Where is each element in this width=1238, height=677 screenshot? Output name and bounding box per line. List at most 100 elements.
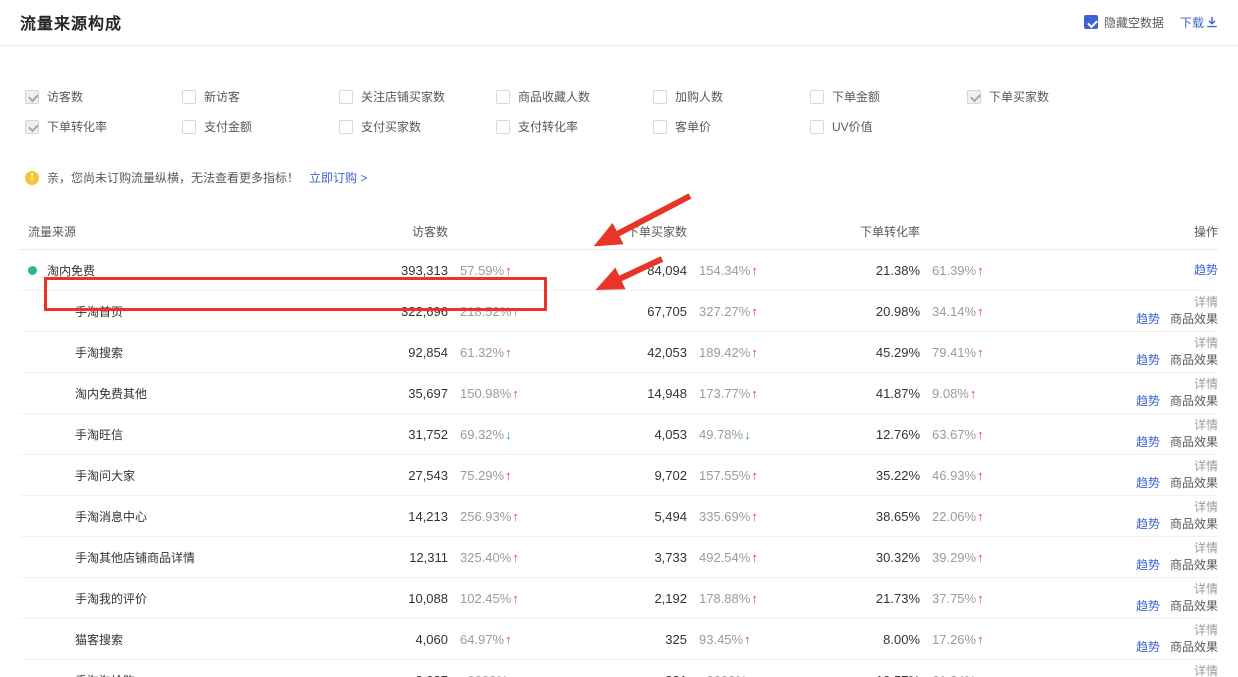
visitors-trend-arrow-icon: ↑ xyxy=(512,509,519,524)
order-buyers-value: 4,053 xyxy=(568,427,687,442)
order-buyers-change-percent: 173.77% xyxy=(699,386,750,401)
order-buyers-change: 157.55%↑ xyxy=(687,468,810,483)
metric-checkbox-item[interactable]: 加购人数 xyxy=(653,88,810,105)
source-name-cell: 手淘淘抢购 xyxy=(20,672,350,677)
subscribe-now-link[interactable]: 立即订购 > xyxy=(309,169,367,186)
checkbox-icon[interactable] xyxy=(182,90,196,104)
checkbox-icon[interactable] xyxy=(810,90,824,104)
trend-link[interactable]: 趋势 xyxy=(1136,640,1160,654)
product-effect-link[interactable]: 商品效果 xyxy=(1170,517,1218,531)
metric-checkbox-item[interactable]: 关注店铺买家数 xyxy=(339,88,496,105)
checkbox-icon[interactable] xyxy=(25,120,39,134)
metric-checkbox-item[interactable]: 支付买家数 xyxy=(339,118,496,135)
checkbox-icon[interactable] xyxy=(339,120,353,134)
conversion-change-percent: 61.24% xyxy=(932,673,976,677)
metric-checkbox-item[interactable]: 下单转化率 xyxy=(25,118,182,135)
order-buyers-trend-arrow-icon: ↑ xyxy=(751,386,758,401)
product-effect-link[interactable]: 商品效果 xyxy=(1170,558,1218,572)
metric-checkbox-item[interactable]: UV价值 xyxy=(810,118,967,135)
source-name: 手淘我的评价 xyxy=(75,590,147,607)
order-buyers-value: 325 xyxy=(568,632,687,647)
checkbox-icon[interactable] xyxy=(339,90,353,104)
metric-label: 客单价 xyxy=(675,118,711,135)
metric-label: UV价值 xyxy=(832,118,873,135)
product-effect-link[interactable]: 商品效果 xyxy=(1170,435,1218,449)
checkbox-checked-icon[interactable] xyxy=(1084,15,1098,29)
product-effect-link[interactable]: 商品效果 xyxy=(1170,312,1218,326)
detail-link[interactable]: 详情 xyxy=(1194,417,1218,434)
detail-link[interactable]: 详情 xyxy=(1194,376,1218,393)
detail-link[interactable]: 详情 xyxy=(1194,581,1218,598)
metric-label: 支付金额 xyxy=(204,118,252,135)
metric-checkbox-item[interactable]: 支付金额 xyxy=(182,118,339,135)
order-buyers-change: 335.69%↑ xyxy=(687,509,810,524)
metric-checkbox-item[interactable]: 商品收藏人数 xyxy=(496,88,653,105)
order-buyers-change-percent: 492.54% xyxy=(699,550,750,565)
order-buyers-trend-arrow-icon: ↑ xyxy=(751,304,758,319)
detail-link[interactable]: 详情 xyxy=(1194,294,1218,311)
conversion-rate-change: 61.24%↓ xyxy=(920,673,1040,677)
checkbox-icon[interactable] xyxy=(25,90,39,104)
product-effect-link[interactable]: 商品效果 xyxy=(1170,599,1218,613)
metric-checkbox-item[interactable]: 新访客 xyxy=(182,88,339,105)
column-header-order-buyers: 下单买家数 xyxy=(568,223,687,240)
checkbox-icon[interactable] xyxy=(653,90,667,104)
conversion-rate-change: 61.39%↑ xyxy=(920,263,1040,278)
trend-link[interactable]: 趋势 xyxy=(1136,599,1160,613)
product-effect-link[interactable]: 商品效果 xyxy=(1170,476,1218,490)
traffic-source-table: 流量来源 访客数 下单买家数 下单转化率 操作 淘内免费 393,313 57.… xyxy=(20,214,1218,677)
metric-checkbox-item[interactable]: 访客数 xyxy=(25,88,182,105)
metrics-grid: 访客数 新访客 关注店铺买家数 商品收藏人数 加购人数 下单金额 下单买家数 下… xyxy=(25,88,1218,135)
metric-checkbox-item[interactable]: 客单价 xyxy=(653,118,810,135)
order-buyers-change: 492.54%↑ xyxy=(687,550,810,565)
trend-link[interactable]: 趋势 xyxy=(1136,476,1160,490)
visitors-change: 256.93%↑ xyxy=(448,509,568,524)
trend-link[interactable]: 趋势 xyxy=(1136,312,1160,326)
checkbox-icon[interactable] xyxy=(182,120,196,134)
hide-empty-data-toggle[interactable]: 隐藏空数据 xyxy=(1084,14,1164,31)
checkbox-icon[interactable] xyxy=(810,120,824,134)
trend-link[interactable]: 趋势 xyxy=(1136,558,1160,572)
checkbox-icon[interactable] xyxy=(653,120,667,134)
order-buyers-change: 173.77%↑ xyxy=(687,386,810,401)
detail-link[interactable]: 详情 xyxy=(1194,540,1218,557)
product-effect-link[interactable]: 商品效果 xyxy=(1170,353,1218,367)
hide-empty-data-label: 隐藏空数据 xyxy=(1104,14,1164,31)
source-name-cell: 手淘消息中心 xyxy=(20,508,350,525)
detail-link[interactable]: 详情 xyxy=(1194,335,1218,352)
visitors-change-percent: 64.97% xyxy=(460,632,504,647)
trend-link[interactable]: 趋势 xyxy=(1136,394,1160,408)
metric-checkbox-item[interactable]: 下单金额 xyxy=(810,88,967,105)
visitors-value: 3,037 xyxy=(350,673,448,677)
detail-link[interactable]: 详情 xyxy=(1194,499,1218,516)
metric-label: 下单金额 xyxy=(832,88,880,105)
detail-link[interactable]: 详情 xyxy=(1194,622,1218,639)
detail-link[interactable]: 详情 xyxy=(1194,458,1218,475)
detail-link[interactable]: 详情 xyxy=(1194,663,1218,677)
source-name: 手淘消息中心 xyxy=(75,508,147,525)
checkbox-icon[interactable] xyxy=(496,90,510,104)
trend-link[interactable]: 趋势 xyxy=(1136,517,1160,531)
conversion-rate-value: 8.00% xyxy=(810,632,920,647)
trend-link[interactable]: 趋势 xyxy=(1136,353,1160,367)
conversion-rate-value: 10.57% xyxy=(810,673,920,677)
product-effect-link[interactable]: 商品效果 xyxy=(1170,394,1218,408)
download-link[interactable]: 下载 xyxy=(1180,14,1218,31)
trend-link[interactable]: 趋势 xyxy=(1136,435,1160,449)
order-buyers-change: 154.34%↑ xyxy=(687,263,810,278)
checkbox-icon[interactable] xyxy=(496,120,510,134)
actions-cell: 详情 趋势商品效果 xyxy=(1040,335,1218,369)
order-buyers-value: 67,705 xyxy=(568,304,687,319)
trend-link[interactable]: 趋势 xyxy=(1194,263,1218,277)
metric-label: 加购人数 xyxy=(675,88,723,105)
metric-checkbox-item[interactable]: 支付转化率 xyxy=(496,118,653,135)
source-name-cell: 手淘旺信 xyxy=(20,426,350,443)
product-effect-link[interactable]: 商品效果 xyxy=(1170,640,1218,654)
metric-checkbox-item[interactable]: 下单买家数 xyxy=(967,88,1124,105)
checkbox-icon[interactable] xyxy=(967,90,981,104)
visitors-change: 75.29%↑ xyxy=(448,468,568,483)
conversion-trend-arrow-icon: ↑ xyxy=(977,591,984,606)
table-row: 手淘首页 322,696 218.52%↑ 67,705 327.27%↑ 20… xyxy=(20,291,1218,332)
order-buyers-change: 178.88%↑ xyxy=(687,591,810,606)
actions-cell: 详情 趋势商品效果 xyxy=(1040,294,1218,328)
